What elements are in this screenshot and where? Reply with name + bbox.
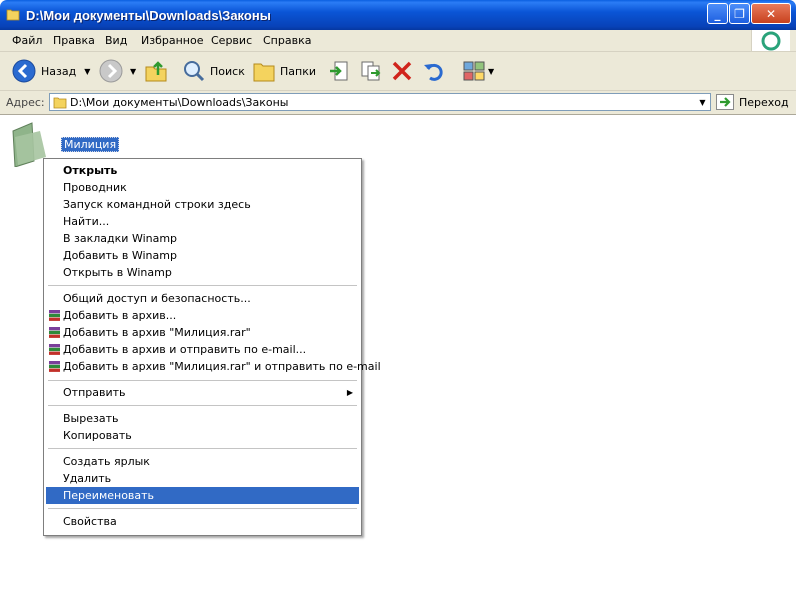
- menu-item-rar-add-label: Добавить в архив...: [63, 309, 177, 322]
- search-icon: [184, 61, 205, 82]
- up-folder-icon: [145, 61, 167, 82]
- menu-separator: [48, 405, 357, 406]
- window-title: D:\Мои документы\Downloads\Законы: [26, 8, 271, 23]
- maximize-button[interactable]: ❐: [729, 3, 750, 24]
- go-arrow-icon: [716, 94, 734, 110]
- menu-bar: Файл Правка Вид Избранное Сервис Справка: [0, 30, 796, 52]
- menu-edit[interactable]: Правка: [53, 34, 95, 47]
- menu-item-delete[interactable]: Удалить: [46, 470, 359, 487]
- menu-item-rar-named-email-label: Добавить в архив "Милиция.rar" и отправи…: [63, 360, 381, 373]
- menu-separator: [48, 508, 357, 509]
- search-button[interactable]: Поиск: [182, 58, 245, 84]
- folders-label: Папки: [280, 64, 316, 78]
- menu-item-properties[interactable]: Свойства: [46, 513, 359, 530]
- up-folder-button[interactable]: [144, 58, 168, 84]
- menu-item-rar-add[interactable]: Добавить в архив...: [46, 307, 359, 324]
- back-arrow-icon: [12, 59, 36, 83]
- views-button[interactable]: ▼: [462, 58, 494, 84]
- winrar-icon: [49, 344, 60, 355]
- move-to-button[interactable]: [328, 58, 352, 84]
- menu-item-create-shortcut[interactable]: Создать ярлык: [46, 453, 359, 470]
- address-value: D:\Мои документы\Downloads\Законы: [70, 96, 289, 109]
- move-to-icon: [330, 61, 348, 81]
- menu-item-rar-add-named-label: Добавить в архив "Милиция.rar": [63, 326, 251, 339]
- menu-item-copy[interactable]: Копировать: [46, 427, 359, 444]
- menu-tools[interactable]: Сервис: [211, 34, 252, 47]
- go-label: Переход: [739, 95, 789, 109]
- menu-item-rar-named-email[interactable]: Добавить в архив "Милиция.rar" и отправи…: [46, 358, 381, 375]
- submenu-arrow-icon: ▶: [346, 388, 353, 397]
- minimize-button[interactable]: _: [707, 3, 728, 24]
- menu-item-sharing[interactable]: Общий доступ и безопасность...: [46, 290, 359, 307]
- menu-item-cut[interactable]: Вырезать: [46, 410, 359, 427]
- address-bar: Адрес: D:\Мои документы\Downloads\Законы…: [0, 91, 796, 115]
- undo-button[interactable]: [422, 58, 446, 84]
- back-button[interactable]: Назад ▼: [11, 58, 90, 84]
- copy-to-button[interactable]: [359, 58, 383, 84]
- menu-item-send-to[interactable]: Отправить ▶: [46, 384, 359, 401]
- address-input[interactable]: D:\Мои документы\Downloads\Законы ▼: [49, 93, 711, 111]
- menu-help[interactable]: Справка: [263, 34, 311, 47]
- menu-view[interactable]: Вид: [105, 34, 127, 47]
- folder-item-label[interactable]: Милиция: [61, 137, 120, 152]
- views-dropdown-icon[interactable]: ▼: [488, 67, 494, 76]
- menu-item-send-to-label: Отправить: [63, 386, 126, 399]
- close-icon: ✕: [765, 6, 777, 21]
- menu-item-find[interactable]: Найти...: [46, 213, 359, 230]
- menu-separator: [48, 285, 357, 286]
- menu-item-rar-email[interactable]: Добавить в архив и отправить по e-mail..…: [46, 341, 359, 358]
- delete-icon: [392, 61, 412, 81]
- winrar-icon: [49, 361, 60, 372]
- context-menu: Открыть Проводник Запуск командной строк…: [43, 158, 381, 536]
- windows-logo-icon: [761, 31, 781, 50]
- restore-icon: ❐: [734, 6, 745, 21]
- winrar-icon: [49, 327, 60, 338]
- minimize-icon: _: [714, 6, 721, 21]
- forward-arrow-icon: [99, 59, 123, 83]
- menu-separator: [48, 380, 357, 381]
- menu-file[interactable]: Файл: [12, 34, 42, 47]
- back-dropdown-icon[interactable]: ▼: [84, 67, 90, 76]
- views-icon: [463, 61, 485, 81]
- menu-favorites[interactable]: Избранное: [141, 34, 203, 47]
- folders-button[interactable]: Папки: [252, 58, 316, 84]
- folders-icon: [253, 63, 275, 82]
- delete-button[interactable]: [390, 58, 414, 84]
- menu-item-explorer[interactable]: Проводник: [46, 179, 359, 196]
- menu-item-winamp-open[interactable]: Открыть в Winamp: [46, 264, 359, 281]
- menu-separator: [48, 448, 357, 449]
- winrar-icon: [49, 310, 60, 321]
- address-dropdown-icon[interactable]: ▼: [695, 94, 710, 110]
- title-bar[interactable]: D:\Мои документы\Downloads\Законы _ ❐ ✕: [0, 0, 796, 30]
- menu-item-winamp-add[interactable]: Добавить в Winamp: [46, 247, 359, 264]
- menu-item-rar-email-label: Добавить в архив и отправить по e-mail..…: [63, 343, 307, 356]
- address-label: Адрес:: [6, 96, 45, 109]
- back-label: Назад: [41, 64, 77, 78]
- folder-icon: [6, 9, 20, 21]
- copy-to-icon: [361, 61, 381, 81]
- menu-item-rename[interactable]: Переименовать: [46, 487, 359, 504]
- search-label: Поиск: [210, 64, 245, 78]
- forward-dropdown-icon[interactable]: ▼: [130, 67, 136, 76]
- windows-logo: [751, 30, 790, 51]
- undo-icon: [424, 63, 443, 81]
- folder-icon: [53, 97, 67, 109]
- forward-button[interactable]: ▼: [98, 58, 136, 84]
- menu-item-winamp-bookmark[interactable]: В закладки Winamp: [46, 230, 359, 247]
- menu-item-rar-add-named[interactable]: Добавить в архив "Милиция.rar": [46, 324, 359, 341]
- close-button[interactable]: ✕: [751, 3, 791, 24]
- go-button[interactable]: Переход: [716, 93, 789, 111]
- toolbar: Назад ▼ ▼ Поиск Папки ▼: [0, 52, 796, 91]
- menu-item-open[interactable]: Открыть: [46, 162, 359, 179]
- menu-item-cmd[interactable]: Запуск командной строки здесь: [46, 196, 359, 213]
